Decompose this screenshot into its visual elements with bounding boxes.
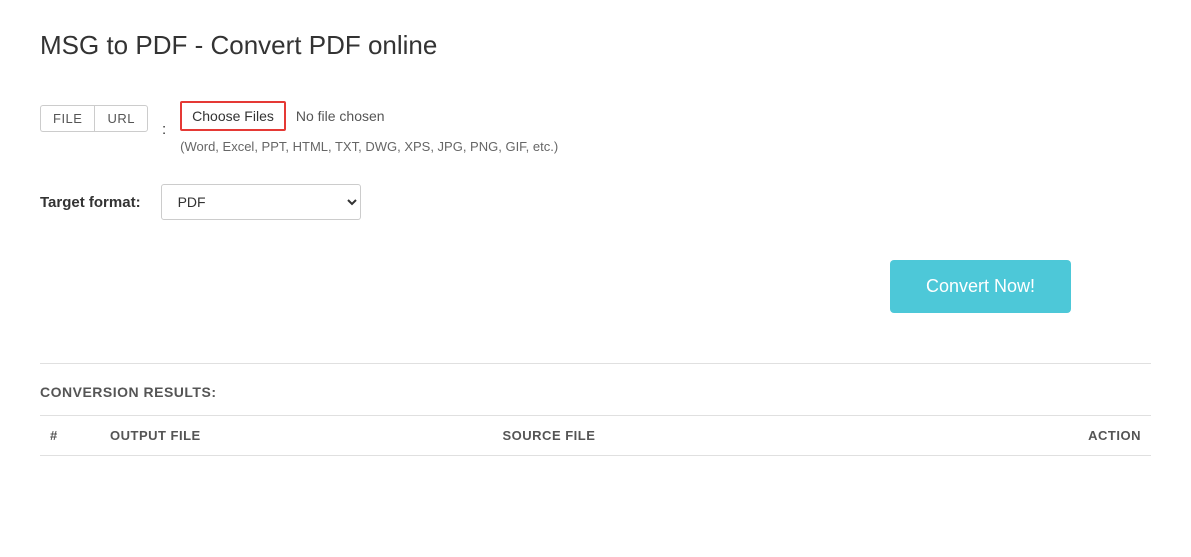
file-type-buttons: FILE URL bbox=[40, 105, 148, 132]
no-file-text: No file chosen bbox=[296, 108, 385, 124]
file-section: FILE URL : Choose Files No file chosen (… bbox=[40, 101, 1151, 154]
conversion-results-title: CONVERSION RESULTS: bbox=[40, 384, 1151, 400]
conversion-results-section: CONVERSION RESULTS: # OUTPUT FILE SOURCE… bbox=[40, 363, 1151, 456]
target-format-label: Target format: bbox=[40, 194, 141, 211]
file-formats-text: (Word, Excel, PPT, HTML, TXT, DWG, XPS, … bbox=[180, 139, 558, 154]
page-wrapper: MSG to PDF - Convert PDF online FILE URL… bbox=[0, 0, 1191, 486]
column-header-number: # bbox=[40, 416, 100, 456]
column-header-source: SOURCE FILE bbox=[493, 416, 893, 456]
colon-separator: : bbox=[162, 121, 166, 138]
choose-files-button[interactable]: Choose Files bbox=[180, 101, 286, 131]
page-title: MSG to PDF - Convert PDF online bbox=[40, 30, 1151, 61]
column-header-action: ACTION bbox=[893, 416, 1151, 456]
target-format-section: Target format: PDF DOC DOCX XLS XLSX JPG… bbox=[40, 184, 1151, 220]
file-input-area: Choose Files No file chosen (Word, Excel… bbox=[180, 101, 558, 154]
convert-now-button[interactable]: Convert Now! bbox=[890, 260, 1071, 313]
table-header-row: # OUTPUT FILE SOURCE FILE ACTION bbox=[40, 416, 1151, 456]
tab-url-button[interactable]: URL bbox=[94, 105, 148, 132]
convert-button-row: Convert Now! bbox=[40, 260, 1151, 313]
format-select[interactable]: PDF DOC DOCX XLS XLSX JPG PNG bbox=[161, 184, 361, 220]
file-input-row: Choose Files No file chosen bbox=[180, 101, 558, 131]
tab-file-button[interactable]: FILE bbox=[40, 105, 94, 132]
results-table: # OUTPUT FILE SOURCE FILE ACTION bbox=[40, 415, 1151, 456]
column-header-output: OUTPUT FILE bbox=[100, 416, 493, 456]
